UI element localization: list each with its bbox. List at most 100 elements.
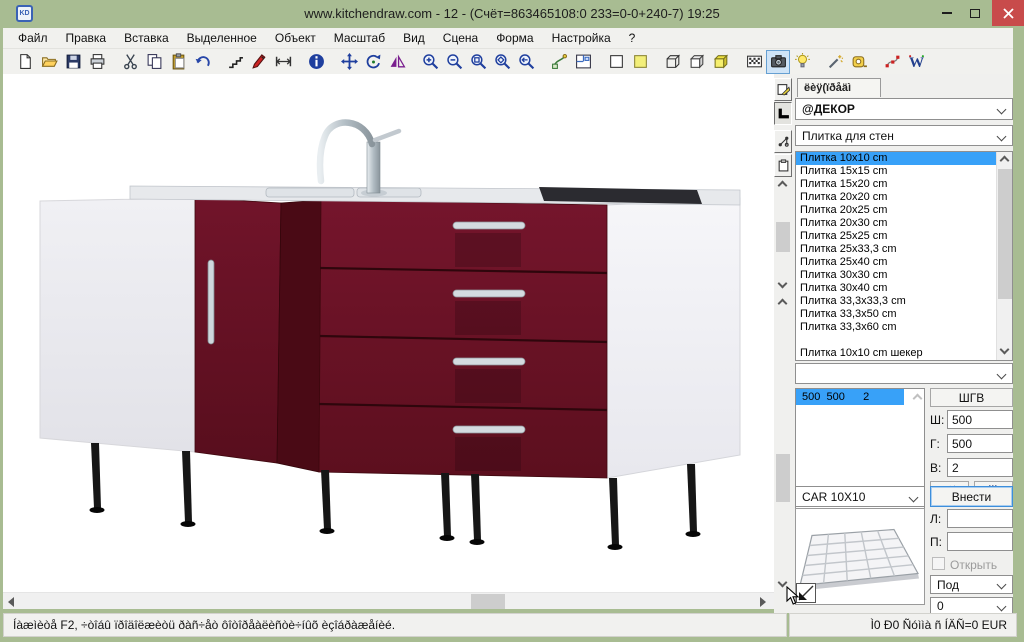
polyline-button[interactable] xyxy=(223,50,247,74)
left-gap-field[interactable] xyxy=(947,509,1013,528)
render-photo-button[interactable] xyxy=(742,50,766,74)
cube-wireframe-button[interactable] xyxy=(661,50,685,74)
position-dropdown[interactable]: Под xyxy=(930,575,1013,594)
dim-scroll-up-arrow[interactable] xyxy=(913,394,923,404)
catalog-item[interactable]: Плитка 20x25 cm xyxy=(796,204,1012,217)
catalog-tool-button[interactable] xyxy=(774,78,792,101)
variant-dropdown[interactable] xyxy=(795,363,1013,384)
camera-view-button[interactable] xyxy=(766,50,790,74)
catalog-item[interactable]: Плитка 30x40 cm xyxy=(796,282,1012,295)
clipboard-tool-button[interactable] xyxy=(774,154,792,177)
app-icon[interactable]: KD xyxy=(16,5,33,22)
pan-down-arrow[interactable] xyxy=(778,279,788,289)
list-scroll-up-arrow[interactable] xyxy=(1000,156,1010,166)
right-gap-field[interactable] xyxy=(947,532,1013,551)
catalog-list-scrollbar[interactable] xyxy=(996,152,1012,360)
depth-field[interactable]: 500 xyxy=(947,434,1013,453)
catalog-item[interactable]: Плитка 33,3x33,3 cm xyxy=(796,295,1012,308)
catalog-item[interactable]: Плитка 25x40 cm xyxy=(796,256,1012,269)
shgv-button[interactable]: ШГВ xyxy=(930,388,1013,407)
menu-scene[interactable]: Сцена xyxy=(434,29,487,47)
maximize-button[interactable] xyxy=(964,0,986,26)
info-button[interactable] xyxy=(304,50,328,74)
pan-up-arrow-2[interactable] xyxy=(778,299,788,309)
measure-button[interactable] xyxy=(271,50,295,74)
menu-object[interactable]: Объект xyxy=(266,29,325,47)
zoom-previous-button[interactable] xyxy=(514,50,538,74)
list-scroll-down-arrow[interactable] xyxy=(1000,345,1010,355)
catalog-item[interactable] xyxy=(796,334,1012,347)
catalog-list[interactable]: Плитка 10x10 cm Плитка 15x15 cm Плитка 1… xyxy=(795,151,1013,361)
vertical-scroll-thumb[interactable] xyxy=(776,222,790,252)
mirror-button[interactable] xyxy=(385,50,409,74)
save-button[interactable] xyxy=(61,50,85,74)
insert-button[interactable]: Внести xyxy=(930,486,1013,507)
paint-dart-button[interactable] xyxy=(247,50,271,74)
horizontal-scroll-thumb[interactable] xyxy=(471,594,505,609)
edit-path-button[interactable] xyxy=(880,50,904,74)
zoom-window-button[interactable] xyxy=(466,50,490,74)
drawing-canvas[interactable] xyxy=(3,74,774,592)
cut-button[interactable] xyxy=(118,50,142,74)
pan-up-arrow[interactable] xyxy=(778,181,788,191)
list-scroll-thumb[interactable] xyxy=(998,169,1012,299)
minimize-button[interactable] xyxy=(936,0,958,26)
menu-view[interactable]: Вид xyxy=(394,29,434,47)
cube-white-button[interactable] xyxy=(685,50,709,74)
zoom-all-button[interactable] xyxy=(490,50,514,74)
menu-shape[interactable]: Форма xyxy=(487,29,542,47)
catalog-item[interactable]: Плитка 10x10 cm xyxy=(796,152,1012,165)
undo-button[interactable] xyxy=(190,50,214,74)
catalog-item[interactable]: Плитка 30x30 cm xyxy=(796,269,1012,282)
filled-view-button[interactable] xyxy=(628,50,652,74)
close-button[interactable] xyxy=(992,0,1024,26)
new-document-button[interactable] xyxy=(13,50,37,74)
plumbing-button[interactable] xyxy=(547,50,571,74)
dimension-row[interactable]: 500 500 2 xyxy=(796,389,904,405)
wireframe-view-button[interactable] xyxy=(604,50,628,74)
connections-tool-button[interactable] xyxy=(774,130,792,153)
print-button[interactable] xyxy=(85,50,109,74)
word-export-button[interactable]: W xyxy=(904,50,928,74)
catalog-item[interactable]: Плитка 15x15 cm xyxy=(796,165,1012,178)
zoom-out-button[interactable] xyxy=(442,50,466,74)
rotate-button[interactable] xyxy=(361,50,385,74)
zoom-in-button[interactable] xyxy=(418,50,442,74)
copy-button[interactable] xyxy=(142,50,166,74)
catalog-item[interactable]: Плитка 33,3x60 cm xyxy=(796,321,1012,334)
scroll-right-arrow[interactable] xyxy=(760,597,766,607)
cube-shaded-button[interactable] xyxy=(709,50,733,74)
lighting-button[interactable] xyxy=(790,50,814,74)
catalog-item[interactable]: Плитка 10x10 cm шекер xyxy=(796,347,1012,360)
open-button[interactable] xyxy=(37,50,61,74)
corner-tool-button[interactable] xyxy=(774,102,792,125)
paste-button[interactable] xyxy=(166,50,190,74)
width-field[interactable]: 500 xyxy=(947,410,1013,429)
floor-plan-button[interactable] xyxy=(571,50,595,74)
model-dropdown[interactable]: CAR 10X10 xyxy=(795,486,925,507)
catalog-item[interactable]: Плитка 25x33,3 cm xyxy=(796,243,1012,256)
catalog-item[interactable]: Плитка 33,3x50 cm xyxy=(796,308,1012,321)
catalog-tab[interactable]: ëèÿ(ïðåäì xyxy=(797,78,881,97)
menu-scale[interactable]: Масштаб xyxy=(325,29,394,47)
catalog-item[interactable]: Плитка 15x20 cm xyxy=(796,178,1012,191)
canvas-horizontal-scrollbar[interactable] xyxy=(3,592,774,609)
menu-file[interactable]: Файл xyxy=(9,29,57,47)
vertical-scroll-thumb-2[interactable] xyxy=(776,454,790,502)
height-field[interactable]: 2 xyxy=(947,458,1013,477)
menu-help[interactable]: ? xyxy=(620,29,645,47)
menu-insert[interactable]: Вставка xyxy=(115,29,178,47)
catalog-item[interactable]: Плитка 25x25 cm xyxy=(796,230,1012,243)
scroll-left-arrow[interactable] xyxy=(8,597,14,607)
catalog-item[interactable]: Плитка 20x30 cm xyxy=(796,217,1012,230)
menu-edit[interactable]: Правка xyxy=(57,29,116,47)
family-dropdown[interactable]: Плитка для стен xyxy=(795,125,1013,146)
move-button[interactable] xyxy=(337,50,361,74)
menu-settings[interactable]: Настройка xyxy=(543,29,620,47)
menu-selection[interactable]: Выделенное xyxy=(178,29,266,47)
catalog-item[interactable]: Плитка 20x20 cm xyxy=(796,191,1012,204)
catalog-dropdown[interactable]: @ДЕКОР xyxy=(795,98,1013,120)
magic-wand-button[interactable] xyxy=(823,50,847,74)
tape-measure-button[interactable] xyxy=(847,50,871,74)
open-checkbox[interactable] xyxy=(932,557,945,570)
